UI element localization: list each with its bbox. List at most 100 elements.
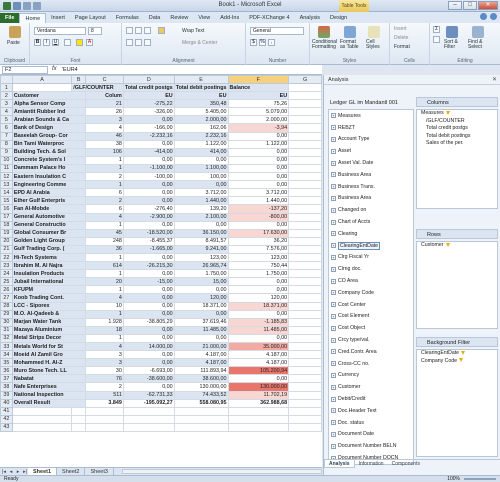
row-header[interactable]: 42 (0, 414, 13, 424)
credit-cell[interactable]: 0,00 (122, 139, 175, 149)
customer-cell[interactable]: Ether Gulf Enterpris (11, 196, 87, 206)
balance-cell[interactable]: -3,94 (227, 123, 290, 133)
customer-cell[interactable]: Building Tech. & Sol (11, 147, 87, 157)
align-left-icon[interactable] (126, 39, 133, 46)
credit-cell[interactable]: 0,00 (122, 309, 175, 319)
cell[interactable] (288, 366, 322, 376)
cell[interactable] (71, 406, 87, 416)
format-as-table-button[interactable]: Format as Table (340, 40, 362, 50)
row-header[interactable]: 18 (0, 220, 13, 230)
field-list-item[interactable]: + Clearing (329, 228, 413, 240)
debit-cell[interactable]: 1.122,00 (173, 139, 229, 149)
credit-cell[interactable]: -26.215,30 (122, 261, 175, 271)
cell[interactable] (288, 317, 322, 327)
customer-cell[interactable]: Muro Stone Tech. LL (11, 366, 87, 376)
cell[interactable] (288, 236, 322, 246)
balance-cell[interactable]: -137,20 (227, 204, 290, 214)
expand-icon[interactable]: + (331, 278, 336, 284)
field-list-item[interactable]: + Asset (329, 145, 413, 157)
row-header[interactable]: 20 (0, 236, 13, 246)
balance-cell[interactable]: 3.712,00 (227, 188, 290, 198)
sort-filter-button[interactable]: Sort & Filter (444, 40, 464, 50)
customer-cell[interactable]: Jubail International (11, 277, 87, 287)
columns-item[interactable]: Sales of the per. (417, 140, 497, 148)
debit-cell[interactable]: 120,00 (173, 293, 229, 303)
credit-cell[interactable]: -275,22 (122, 99, 175, 109)
column-header[interactable]: E (173, 75, 229, 84)
rows-item[interactable]: Customer (417, 242, 497, 250)
debit-cell[interactable]: 123,00 (173, 252, 229, 263)
debit-cell[interactable]: 0,00 (173, 220, 229, 230)
debit-cell[interactable]: 139,20 (173, 204, 229, 214)
field-list-item[interactable]: + Currency (329, 370, 413, 382)
customer-cell[interactable]: Gulf Trading Corp. ( (11, 244, 87, 254)
field-list-item[interactable]: + Changed on (329, 204, 413, 216)
balance-cell[interactable]: 75,26 (227, 99, 290, 109)
balance-cell[interactable]: 35.000,00 (227, 341, 290, 352)
credit-cell[interactable]: -1.665,00 (122, 244, 175, 254)
counter-cell[interactable]: 18 (85, 325, 124, 335)
credit-cell[interactable]: -166,00 (122, 123, 175, 133)
counter-cell[interactable]: 36 (85, 244, 124, 254)
measure-header-cell[interactable]: /GLF/COUNTER (71, 82, 124, 93)
columns-item[interactable]: Measures (417, 110, 497, 118)
cell[interactable] (85, 406, 124, 416)
field-list-item[interactable]: + Measures (329, 110, 413, 122)
cell[interactable] (11, 406, 73, 416)
credit-cell[interactable]: 14.000,00 (122, 341, 175, 352)
close-button[interactable]: ✕ (478, 1, 498, 10)
cell[interactable] (288, 244, 322, 254)
debit-cell[interactable]: 11.485,00 (173, 325, 229, 335)
cell[interactable] (288, 293, 322, 303)
counter-cell[interactable]: 21 (85, 99, 124, 109)
cell[interactable] (288, 91, 322, 101)
expand-icon[interactable]: + (331, 243, 336, 249)
cell[interactable] (288, 228, 322, 238)
debit-cell[interactable]: 111.893,94 (173, 366, 229, 376)
total-credit-cell[interactable]: -195.092,27 (122, 398, 175, 408)
cell[interactable] (122, 422, 175, 433)
counter-cell[interactable]: 1 (85, 180, 124, 190)
expand-icon[interactable]: + (331, 396, 336, 402)
customer-cell[interactable]: Hi-Tech Systems (11, 252, 87, 263)
balance-cell[interactable]: 120,00 (227, 293, 290, 303)
counter-cell[interactable]: 248 (85, 236, 124, 246)
row-header[interactable]: 13 (0, 180, 13, 190)
find-select-icon[interactable] (472, 26, 484, 38)
balance-cell[interactable]: 0,00 (227, 277, 290, 287)
columns-item[interactable]: /GLF/COUNTER (417, 118, 497, 126)
balance-cell[interactable]: 0,00 (227, 163, 290, 174)
maximize-button[interactable]: □ (463, 1, 477, 10)
balance-cell[interactable]: 0,00 (227, 333, 290, 344)
borders-icon[interactable] (64, 39, 71, 46)
field-list-item[interactable]: + Company Code (329, 287, 413, 299)
debit-cell[interactable]: 1.750,00 (173, 269, 229, 279)
total-counter-cell[interactable]: 3.849 (85, 398, 124, 408)
cell[interactable] (288, 252, 322, 263)
counter-cell[interactable]: 106 (85, 147, 124, 157)
debit-cell[interactable]: 5.405,00 (173, 107, 229, 117)
cell[interactable] (288, 188, 322, 198)
row-header[interactable]: 28 (0, 301, 13, 311)
field-list-item[interactable]: + ClearingEntDate (329, 240, 413, 252)
balance-cell[interactable]: -800,00 (227, 212, 290, 222)
debit-cell[interactable]: 9.241,00 (173, 244, 229, 254)
autosum-icon[interactable]: Σ (433, 26, 440, 33)
cell[interactable] (288, 277, 322, 287)
field-list-item[interactable]: + REBZT (329, 122, 413, 134)
cell[interactable] (288, 220, 322, 230)
customer-cell[interactable]: KFUPM (11, 285, 87, 295)
column-header[interactable]: B (71, 75, 87, 84)
customer-cell[interactable]: General Automotive (11, 212, 87, 222)
credit-cell[interactable]: -38.600,00 (122, 374, 175, 384)
rows-drop-zone[interactable]: Customer (416, 241, 498, 329)
credit-cell[interactable]: 0,00 (122, 155, 175, 165)
tab-pdf-xchange[interactable]: PDF-XChange 4 (244, 13, 294, 23)
customer-cell[interactable]: Insulation Products (11, 269, 87, 279)
expand-icon[interactable]: + (331, 148, 336, 154)
balance-cell[interactable]: 1.122,00 (227, 139, 290, 149)
balance-cell[interactable]: 105.200,94 (227, 366, 290, 376)
balance-cell[interactable]: 4.187,00 (227, 350, 290, 360)
credit-cell[interactable]: 0,00 (122, 350, 175, 360)
expand-icon[interactable]: + (331, 207, 336, 213)
